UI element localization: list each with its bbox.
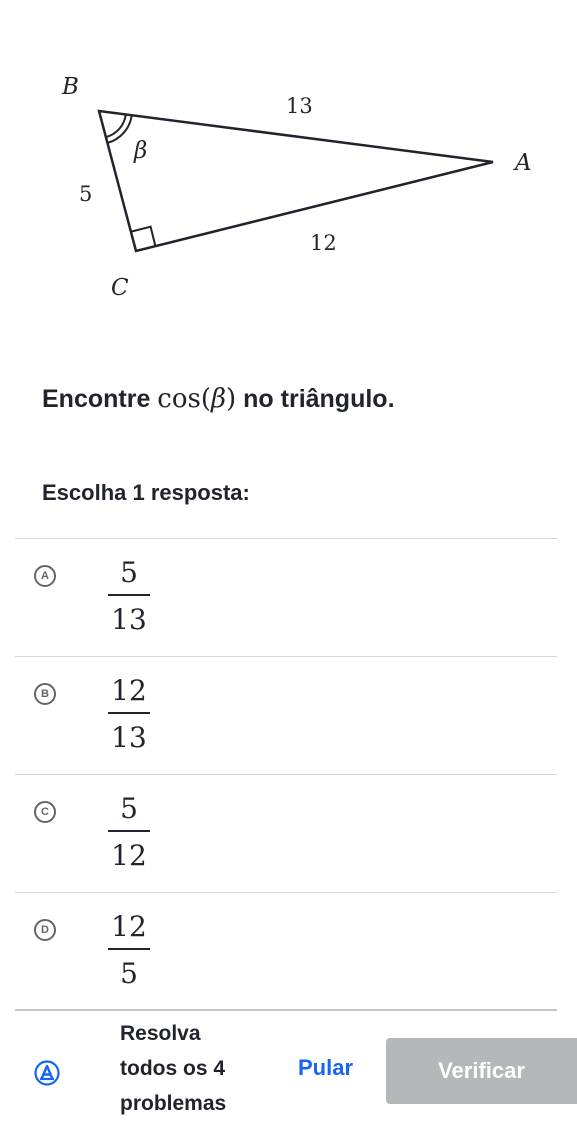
question-suffix: no triângulo. [236, 385, 395, 413]
angle-label-beta: β [133, 138, 147, 164]
triangle-figure: B A C 13 5 12 β [61, 74, 532, 301]
answer-prompt: Escolha 1 resposta: [42, 480, 250, 505]
footer-bar: Resolva todos os 4 problemas Pular Verif… [0, 1012, 577, 1142]
math-variable: β [211, 384, 227, 414]
choice-list: A 5 13 B 12 13 C 5 12 D 12 5 [15, 538, 557, 1011]
choice-c[interactable]: C 5 12 [15, 775, 557, 893]
choice-letter-badge: A [34, 565, 56, 587]
fraction-numerator: 5 [120, 792, 138, 825]
progress-line-3: problemas [120, 1092, 227, 1115]
math-function: cos [157, 384, 201, 414]
triangle-shape [97, 109, 494, 253]
side-label-bc: 5 [79, 182, 92, 206]
fraction-denominator: 13 [111, 721, 147, 754]
fraction-bar [108, 948, 150, 950]
side-label-ab: 13 [286, 94, 313, 118]
progress-line-1: Resolva [120, 1022, 201, 1045]
question-math: cos(β) [157, 384, 236, 414]
fraction-bar [108, 830, 150, 832]
choice-a[interactable]: A 5 13 [15, 539, 557, 657]
question-prefix: Encontre [42, 385, 158, 413]
choice-fraction: 5 13 [108, 555, 150, 638]
progress-text: Resolva todos os 4 problemas [120, 1016, 270, 1121]
progress-line-2: todos os 4 [120, 1057, 226, 1080]
fraction-denominator: 5 [120, 957, 138, 990]
fraction-bar [108, 712, 150, 714]
vertex-label-c: C [111, 275, 129, 301]
choice-b[interactable]: B 12 13 [15, 657, 557, 775]
fraction-numerator: 12 [111, 910, 147, 943]
fraction-bar [108, 594, 150, 596]
fraction-numerator: 12 [111, 674, 147, 707]
vertex-label-a: A [513, 150, 532, 176]
fraction-denominator: 12 [111, 839, 147, 872]
choice-fraction: 12 5 [108, 909, 150, 992]
fraction-denominator: 13 [111, 603, 147, 636]
fraction-numerator: 5 [120, 556, 138, 589]
check-button[interactable]: Verificar [386, 1038, 577, 1104]
answer-a-badge-icon [34, 1060, 60, 1086]
choice-letter-badge: C [34, 801, 56, 823]
math-open-paren: ( [200, 384, 212, 414]
choice-fraction: 12 13 [108, 673, 150, 756]
choice-letter-badge: D [34, 919, 56, 941]
side-label-ca: 12 [310, 231, 337, 255]
math-close-paren: ) [226, 384, 237, 414]
choice-fraction: 5 12 [108, 791, 150, 874]
choice-d[interactable]: D 12 5 [15, 893, 557, 1011]
skip-button[interactable]: Pular [298, 1055, 353, 1081]
choice-letter-badge: B [34, 683, 56, 705]
vertex-label-b: B [61, 74, 79, 100]
question-text: Encontre cos(β) no triângulo. [42, 384, 395, 414]
